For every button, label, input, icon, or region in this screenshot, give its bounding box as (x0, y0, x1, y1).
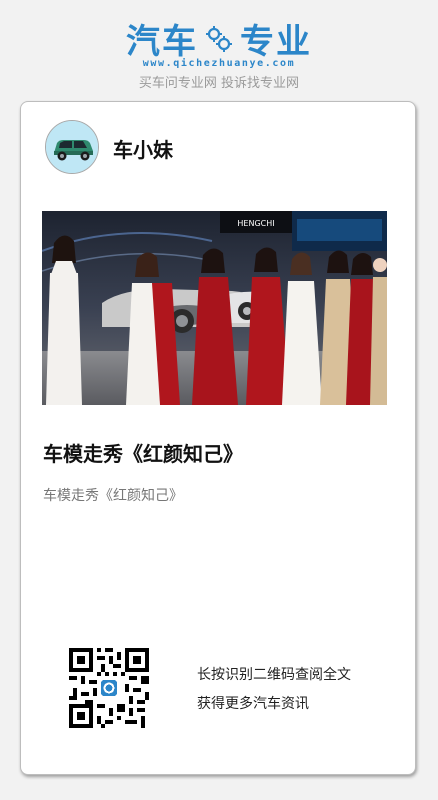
logo-text-right: 专业 (240, 22, 312, 62)
author-name: 车小妹 (113, 138, 173, 162)
article-title[interactable]: 车模走秀《红颜知己》 (43, 438, 243, 467)
article-summary: 车模走秀《红颜知己》 (43, 488, 183, 504)
qr-instruction: 长按识别二维码查阅全文 (197, 667, 351, 683)
site-url[interactable]: www.qichezhuanye.com (0, 58, 438, 69)
gear-icon (206, 25, 232, 52)
site-header: 汽车 专业 www.qichezhuanye.com 买车问专业网 投诉找专业网 (0, 0, 438, 100)
site-logo[interactable]: 汽车 专业 (0, 14, 438, 63)
car-show-photo: HENGCHI (42, 211, 387, 405)
qr-subtext: 获得更多汽车资讯 (197, 696, 309, 712)
article-card: 车小妹 HENGCHI 车模走秀《红颜知己》 车模走秀《红颜知己》 长按识别二维… (20, 101, 416, 775)
article-image[interactable]: HENGCHI (42, 211, 387, 405)
avatar[interactable] (45, 120, 99, 174)
qr-code-icon[interactable] (69, 648, 149, 728)
car-icon (46, 121, 98, 173)
qr-code (69, 648, 149, 728)
booth-sign: HENGCHI (237, 219, 274, 228)
logo-text-left: 汽车 (126, 22, 198, 62)
site-tagline: 买车问专业网 投诉找专业网 (138, 76, 300, 91)
